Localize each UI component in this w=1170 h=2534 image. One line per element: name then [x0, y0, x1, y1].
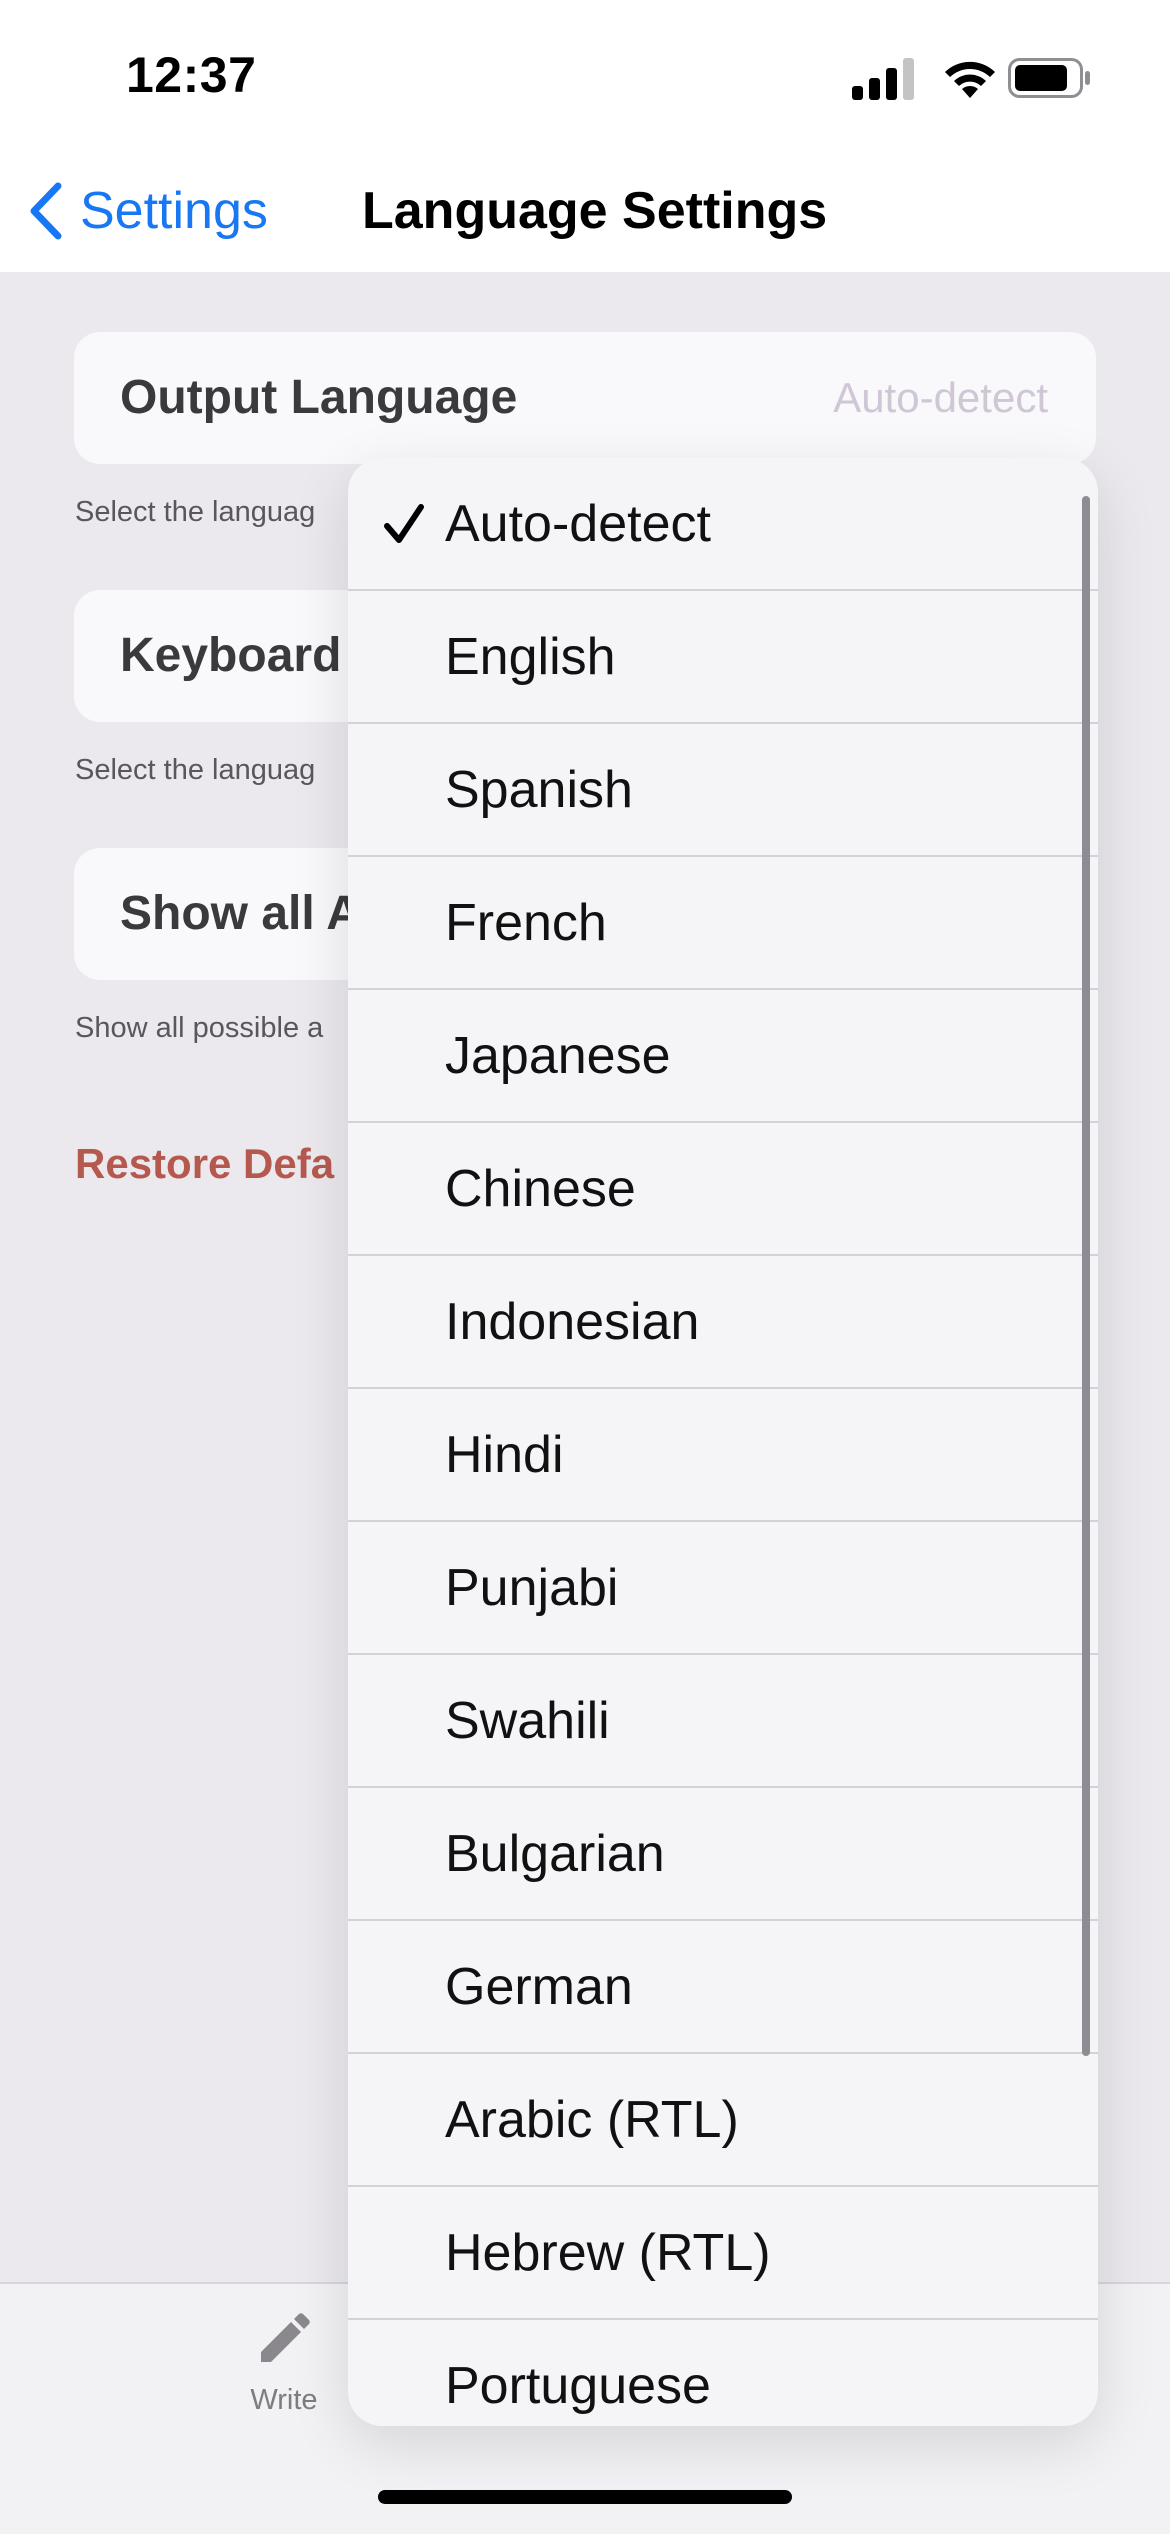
language-option[interactable]: Indonesian: [348, 1256, 1098, 1389]
language-option-label: Hindi: [445, 1425, 564, 1484]
language-option-label: Hebrew (RTL): [445, 2223, 771, 2282]
language-option[interactable]: Swahili: [348, 1655, 1098, 1788]
language-option[interactable]: Japanese: [348, 990, 1098, 1123]
language-dropdown-menu: Auto-detect English Spanish French Japanese C…: [348, 458, 1098, 2426]
language-option-label: Bulgarian: [445, 1824, 665, 1883]
language-option-label: Punjabi: [445, 1558, 619, 1617]
language-option-label: French: [445, 893, 607, 952]
language-option-label: Arabic (RTL): [445, 2090, 739, 2149]
output-language-label: Output Language: [120, 371, 518, 424]
menu-scrollbar[interactable]: [1082, 496, 1090, 2056]
language-option-label: Auto-detect: [445, 494, 711, 553]
language-option[interactable]: Punjabi: [348, 1522, 1098, 1655]
language-option-label: Indonesian: [445, 1292, 700, 1351]
language-option[interactable]: English: [348, 591, 1098, 724]
chevron-left-icon: [30, 182, 62, 240]
cellular-signal-icon: [852, 56, 916, 100]
language-option[interactable]: Hindi: [348, 1389, 1098, 1522]
language-option-label: Portuguese: [445, 2356, 711, 2415]
language-option[interactable]: Chinese: [348, 1123, 1098, 1256]
checkmark-icon: [384, 503, 424, 543]
language-option-label: English: [445, 627, 616, 686]
output-language-row[interactable]: Output Language Auto-detect: [74, 332, 1096, 464]
navigation-bar: Settings Language Settings: [0, 150, 1170, 272]
language-option-label: Japanese: [445, 1026, 671, 1085]
language-option[interactable]: French: [348, 857, 1098, 990]
keyboard-hint: Select the languag: [75, 754, 316, 786]
tab-write-label: Write: [250, 2384, 318, 2416]
language-option[interactable]: Hebrew (RTL): [348, 2187, 1098, 2320]
show-all-label: Show all A: [120, 887, 361, 940]
language-option-label: German: [445, 1957, 633, 2016]
keyboard-label: Keyboard: [120, 629, 342, 682]
language-option[interactable]: Bulgarian: [348, 1788, 1098, 1921]
tab-write[interactable]: Write: [222, 2308, 346, 2417]
language-option-label: Spanish: [445, 760, 633, 819]
output-language-hint: Select the languag: [75, 496, 316, 528]
language-option[interactable]: German: [348, 1921, 1098, 2054]
show-all-hint: Show all possible a: [75, 1012, 324, 1044]
language-option[interactable]: Spanish: [348, 724, 1098, 857]
language-option-label: Chinese: [445, 1159, 636, 1218]
page-title: Language Settings: [362, 182, 828, 240]
wifi-icon: [945, 61, 995, 98]
language-option-list: Auto-detect English Spanish French Japanese C…: [348, 458, 1098, 2426]
language-option[interactable]: Arabic (RTL): [348, 2054, 1098, 2187]
language-option[interactable]: Portuguese: [348, 2320, 1098, 2426]
back-label: Settings: [80, 182, 268, 240]
status-bar: 12:37: [0, 0, 1170, 150]
back-button[interactable]: Settings: [24, 176, 268, 246]
pencil-icon: [261, 2313, 310, 2362]
restore-defaults-button[interactable]: Restore Defa: [75, 1140, 334, 1188]
output-language-value: Auto-detect: [833, 374, 1048, 421]
language-option-label: Swahili: [445, 1691, 610, 1750]
home-indicator: [378, 2490, 792, 2504]
language-option[interactable]: Auto-detect: [348, 458, 1098, 591]
battery-icon: [1008, 58, 1090, 98]
status-time: 12:37: [126, 47, 257, 103]
